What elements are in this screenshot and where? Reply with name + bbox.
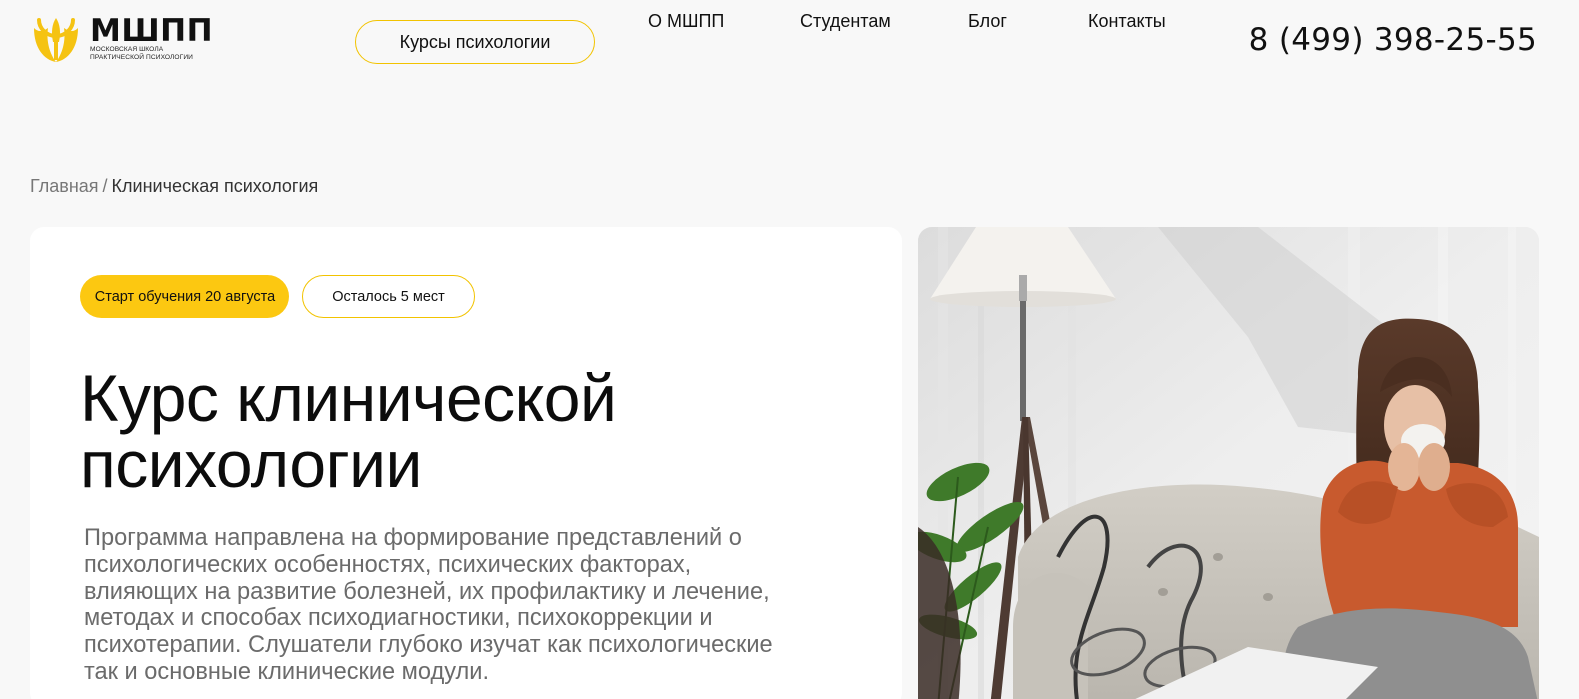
nav-item-contacts[interactable]: Контакты bbox=[1088, 11, 1166, 32]
logo-title: МШПП bbox=[90, 12, 214, 49]
nav-item-about[interactable]: О МШПП bbox=[648, 11, 724, 32]
description-line: методах и способах психодиагностики, пси… bbox=[84, 605, 713, 632]
logo[interactable]: МШПП Московская школа практической психо… bbox=[30, 14, 213, 64]
main-nav: Курсы психологии bbox=[355, 20, 595, 64]
seats-left-badge: Осталось 5 мест bbox=[302, 275, 475, 318]
page-title-line-1: Курс клинической bbox=[80, 361, 617, 435]
breadcrumb: Главная / Клиническая психология bbox=[30, 176, 318, 197]
description-line: влияющих на развитие болезней, их профил… bbox=[84, 578, 770, 605]
start-date-badge: Старт обучения 20 августа bbox=[80, 275, 289, 318]
logo-icon bbox=[34, 18, 78, 62]
breadcrumb-separator: / bbox=[102, 176, 108, 196]
nav-item-students[interactable]: Студентам bbox=[800, 11, 891, 32]
description-line: так и основные клинические модули. bbox=[84, 658, 490, 685]
page-title-line-2: психологии bbox=[80, 427, 422, 501]
nav-item-blog[interactable]: Блог bbox=[968, 11, 1007, 32]
description-line: Программа направлена на формирование пре… bbox=[84, 525, 742, 551]
phone-number-link[interactable]: 8 (499) 398-25-55 bbox=[1249, 22, 1537, 58]
logo-text: МШПП Московская школа практической психо… bbox=[90, 12, 214, 62]
nav-courses-button[interactable]: Курсы психологии bbox=[355, 20, 595, 64]
course-description: Программа направлена на формирование пре… bbox=[84, 525, 864, 686]
hero-badges: Старт обучения 20 августа Осталось 5 мес… bbox=[80, 275, 475, 318]
site-header: МШПП Московская школа практической психо… bbox=[0, 0, 1579, 90]
hero-card: Старт обучения 20 августа Осталось 5 мес… bbox=[30, 227, 902, 699]
hero-photo bbox=[918, 227, 1539, 699]
description-line: психотерапии. Слушатели глубоко изучат к… bbox=[84, 632, 773, 659]
breadcrumb-home-link[interactable]: Главная bbox=[30, 176, 99, 196]
hero-photo-illustration bbox=[918, 227, 1539, 699]
logo-subtitle-line-2: практической психологии bbox=[90, 54, 194, 61]
breadcrumb-current: Клиническая психология bbox=[111, 176, 319, 196]
page-title: Курс клинической психологии bbox=[80, 365, 880, 497]
description-line: психологических особенностях, психически… bbox=[84, 551, 692, 578]
